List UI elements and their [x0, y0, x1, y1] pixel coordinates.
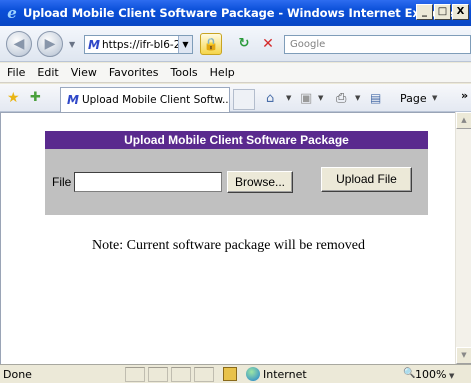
page-icon[interactable]: ▤ — [370, 91, 381, 105]
add-favorites-icon[interactable]: ✚ — [30, 90, 41, 105]
zoom-level[interactable]: 100% — [415, 368, 446, 381]
print-dropdown-icon[interactable]: ▼ — [355, 94, 360, 102]
back-button[interactable]: ◀ — [6, 31, 32, 57]
status-text: Done — [3, 368, 32, 381]
security-zone[interactable]: Internet — [263, 368, 307, 381]
home-dropdown-icon[interactable]: ▼ — [286, 94, 291, 102]
site-favicon-icon: M — [67, 93, 79, 107]
tab-current[interactable]: M Upload Mobile Client Softw... — [60, 87, 230, 112]
status-bar: Done Internet 🔍 100% ▼ — [0, 364, 471, 383]
site-favicon-icon: M — [88, 37, 100, 52]
title-bar: e Upload Mobile Client Software Package … — [0, 0, 471, 26]
upload-file-button[interactable]: Upload File — [321, 167, 412, 192]
search-input[interactable]: Google — [284, 35, 471, 54]
zoom-dropdown-icon[interactable]: ▼ — [449, 372, 454, 380]
window-title: Upload Mobile Client Software Package - … — [23, 6, 459, 20]
maximize-button[interactable]: □ — [434, 4, 451, 20]
panel-title: Upload Mobile Client Software Package — [45, 131, 428, 149]
page-content: Upload Mobile Client Software Package Fi… — [0, 112, 455, 364]
close-button[interactable]: X — [452, 4, 469, 20]
stop-icon[interactable]: ✕ — [258, 35, 278, 53]
lock-icon[interactable]: 🔒 — [200, 33, 222, 55]
menu-file[interactable]: File — [0, 66, 31, 79]
menu-view[interactable]: View — [65, 66, 103, 79]
scroll-up-icon[interactable]: ▲ — [456, 112, 471, 129]
toolbar-overflow-icon[interactable]: » — [461, 89, 468, 102]
navigation-bar: ◀ ▶ ▼ M https://ifr-bl6-2 ▼ 🔒 ↻ ✕ Google — [0, 26, 471, 62]
ie-logo-icon: e — [7, 4, 17, 22]
zoom-icon[interactable]: 🔍 — [403, 368, 415, 379]
internet-zone-icon — [246, 367, 260, 381]
scroll-down-icon[interactable]: ▼ — [456, 347, 471, 364]
feeds-dropdown-icon[interactable]: ▼ — [318, 94, 323, 102]
status-cell — [148, 367, 168, 382]
address-dropdown-icon[interactable]: ▼ — [178, 36, 192, 53]
status-cell — [194, 367, 214, 382]
forward-button[interactable]: ▶ — [37, 31, 63, 57]
favorites-star-icon[interactable]: ★ — [7, 90, 20, 106]
print-icon[interactable]: ⎙ — [336, 91, 346, 106]
removal-note: Note: Current software package will be r… — [92, 238, 365, 253]
address-input[interactable]: https://ifr-bl6-2 — [102, 39, 180, 51]
menu-edit[interactable]: Edit — [31, 66, 64, 79]
page-menu[interactable]: Page — [400, 92, 427, 105]
status-cell — [125, 367, 145, 382]
tab-title: Upload Mobile Client Softw... — [81, 94, 229, 106]
menu-help[interactable]: Help — [204, 66, 241, 79]
file-label: File — [52, 175, 72, 189]
tab-toolbar: ★ ✚ M Upload Mobile Client Softw... ⌂ ▼ … — [0, 84, 471, 112]
home-icon[interactable]: ⌂ — [266, 91, 274, 106]
file-path-input[interactable] — [74, 172, 222, 192]
page-dropdown-icon[interactable]: ▼ — [432, 94, 437, 102]
minimize-button[interactable]: _ — [416, 4, 433, 20]
address-bar[interactable]: M https://ifr-bl6-2 ▼ — [84, 35, 193, 54]
window-controls: _ □ X — [416, 4, 469, 20]
upload-panel: File Browse... Upload File — [45, 149, 428, 215]
feeds-icon[interactable]: ▣ — [300, 91, 312, 106]
history-dropdown-icon[interactable]: ▼ — [69, 40, 75, 49]
browse-button[interactable]: Browse... — [227, 171, 293, 193]
vertical-scrollbar[interactable]: ▲ ▼ — [455, 112, 471, 364]
refresh-icon[interactable]: ↻ — [234, 35, 254, 53]
new-tab-button[interactable] — [233, 89, 255, 110]
menu-favorites[interactable]: Favorites — [103, 66, 165, 79]
menu-tools[interactable]: Tools — [165, 66, 204, 79]
menu-bar: File Edit View Favorites Tools Help — [0, 63, 471, 83]
status-cell — [171, 367, 191, 382]
protected-mode-icon[interactable] — [223, 367, 237, 381]
